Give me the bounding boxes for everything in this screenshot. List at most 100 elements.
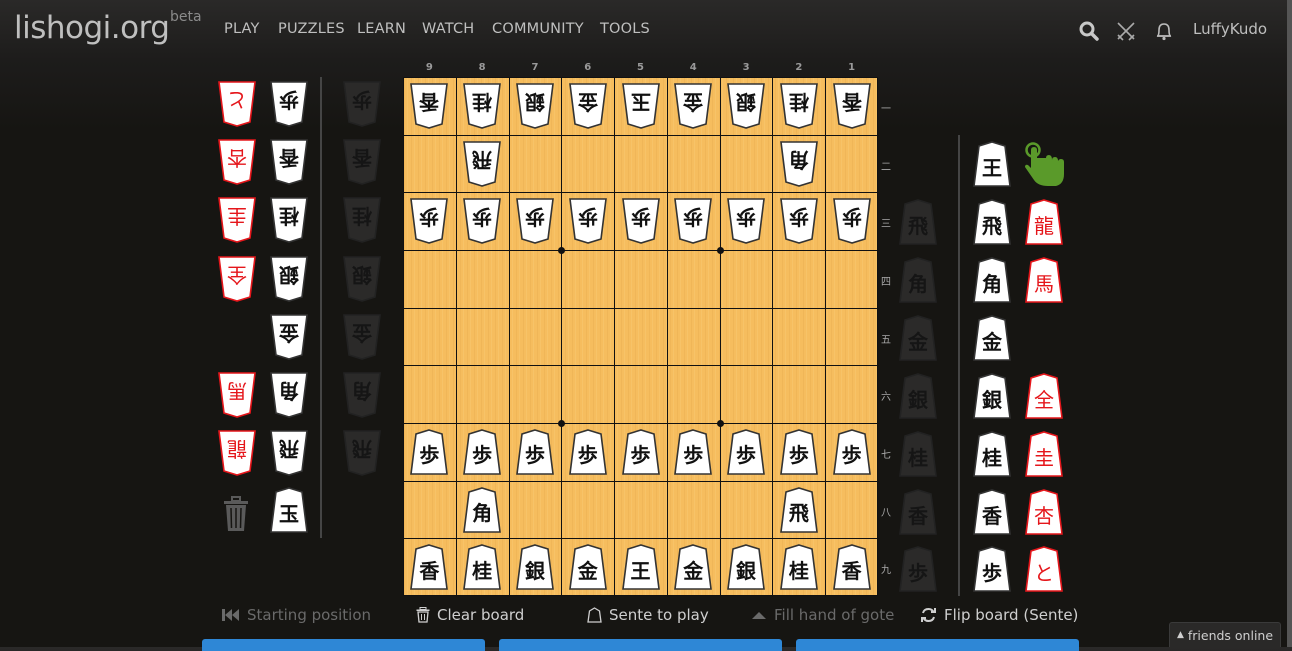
board-square[interactable] [456,251,510,309]
gote-hand-slot[interactable]: 桂 [342,196,382,244]
board-piece-gote[interactable]: 銀 [726,82,766,130]
board-square[interactable] [826,366,879,424]
board-piece-gote[interactable]: 歩 [462,197,502,245]
board-piece-sente[interactable]: 桂 [462,543,502,591]
board-piece-gote[interactable]: 歩 [832,197,872,245]
board-piece-gote[interactable]: 香 [832,82,872,130]
pointer-hand-icon[interactable] [1022,140,1070,188]
board-square[interactable] [509,251,563,309]
board-piece-sente[interactable]: 角 [462,486,502,534]
sente-hand-slot[interactable]: 金 [898,314,938,362]
gote-hand-slot[interactable]: 歩 [342,80,382,128]
board-square[interactable] [456,366,510,424]
board-piece-sente[interactable]: 王 [621,543,661,591]
board-square[interactable] [404,135,457,194]
action-button-3[interactable] [796,639,1079,651]
spare-gote-piece[interactable]: 玉 [269,486,309,534]
board-piece-gote[interactable]: 桂 [779,82,819,130]
board-piece-gote[interactable]: 歩 [673,197,713,245]
site-logo[interactable]: lishogi.org [14,10,170,46]
board-piece-gote[interactable]: 歩 [726,197,766,245]
spare-sente-piece[interactable]: 角 [972,256,1012,304]
clear-board-button[interactable]: Clear board [416,606,524,624]
board-piece-sente[interactable]: 香 [409,543,449,591]
gote-hand-slot[interactable]: 金 [342,313,382,361]
sente-hand-slot[interactable]: 飛 [898,198,938,246]
nav-puzzles[interactable]: PUZZLES [278,21,345,37]
board-piece-gote[interactable]: 歩 [779,197,819,245]
board-piece-sente[interactable]: 香 [832,543,872,591]
spare-gote-piece[interactable]: 飛 [269,429,309,477]
board-square[interactable] [404,366,457,424]
board-square[interactable] [562,481,616,540]
board-square[interactable] [615,366,668,424]
board-piece-gote[interactable]: 金 [568,82,608,130]
board-piece-gote[interactable]: 歩 [515,197,555,245]
bell-icon[interactable] [1153,20,1175,42]
spare-gote-piece[interactable]: 金 [269,313,309,361]
board-square[interactable] [720,251,774,309]
trash-icon[interactable] [223,496,249,532]
board-square[interactable] [720,366,774,424]
search-icon[interactable] [1078,20,1100,42]
board-piece-gote[interactable]: 玉 [621,82,661,130]
board-square[interactable] [404,481,457,540]
board-piece-sente[interactable]: 金 [568,543,608,591]
spare-gote-piece[interactable]: 香 [269,138,309,186]
board-square[interactable] [667,308,721,367]
board-square[interactable] [720,308,774,367]
board-square[interactable] [615,251,668,309]
gote-hand-slot[interactable]: 香 [342,138,382,186]
spare-sente-promoted[interactable]: 馬 [1024,256,1064,304]
flip-board-button[interactable]: Flip board (Sente) [920,606,1078,624]
spare-sente-piece[interactable]: 銀 [972,372,1012,420]
sente-hand-slot[interactable]: 銀 [898,372,938,420]
board-square[interactable] [456,308,510,367]
gote-hand-slot[interactable]: 銀 [342,255,382,303]
spare-gote-promoted[interactable]: 杏 [217,138,257,186]
user-menu[interactable]: LuffyKudo [1193,20,1267,38]
page-scrollbar[interactable] [1287,0,1292,647]
spare-sente-piece[interactable]: 飛 [972,198,1012,246]
spare-sente-piece[interactable]: 香 [972,488,1012,536]
action-button-2[interactable] [499,639,782,651]
board-piece-sente[interactable]: 歩 [673,428,713,476]
spare-gote-promoted[interactable]: と [217,80,257,128]
board-piece-sente[interactable]: 銀 [515,543,555,591]
spare-gote-piece[interactable]: 歩 [269,80,309,128]
nav-watch[interactable]: WATCH [422,21,474,37]
board-piece-sente[interactable]: 歩 [409,428,449,476]
board-piece-gote[interactable]: 歩 [568,197,608,245]
swords-icon[interactable] [1115,20,1137,42]
spare-gote-promoted[interactable]: 馬 [217,371,257,419]
board-square[interactable] [826,251,879,309]
board-piece-sente[interactable]: 飛 [779,486,819,534]
spare-sente-promoted[interactable]: 杏 [1024,488,1064,536]
nav-learn[interactable]: LEARN [357,21,406,37]
board-piece-sente[interactable]: 歩 [779,428,819,476]
board-square[interactable] [826,136,879,194]
sente-hand-slot[interactable]: 角 [898,256,938,304]
board-square[interactable] [826,482,879,540]
gote-hand-slot[interactable]: 飛 [342,429,382,477]
board-square[interactable] [667,366,721,424]
gote-hand-slot[interactable]: 角 [342,371,382,419]
board-square[interactable] [509,366,563,424]
spare-gote-promoted[interactable]: 龍 [217,429,257,477]
board-square[interactable] [615,481,668,540]
spare-sente-promoted[interactable]: と [1024,545,1064,593]
board-square[interactable] [404,251,457,309]
fill-hand-button[interactable]: Fill hand of gote [751,606,894,624]
board-piece-gote[interactable]: 角 [779,140,819,188]
board-piece-gote[interactable]: 飛 [462,140,502,188]
sente-hand-slot[interactable]: 歩 [898,545,938,593]
board-piece-sente[interactable]: 桂 [779,543,819,591]
board-square[interactable] [615,308,668,367]
board-piece-sente[interactable]: 歩 [462,428,502,476]
board-piece-sente[interactable]: 歩 [568,428,608,476]
spare-gote-piece[interactable]: 角 [269,371,309,419]
board-piece-gote[interactable]: 歩 [409,197,449,245]
sente-hand-slot[interactable]: 香 [898,488,938,536]
board-square[interactable] [509,135,563,194]
spare-sente-piece[interactable]: 桂 [972,430,1012,478]
